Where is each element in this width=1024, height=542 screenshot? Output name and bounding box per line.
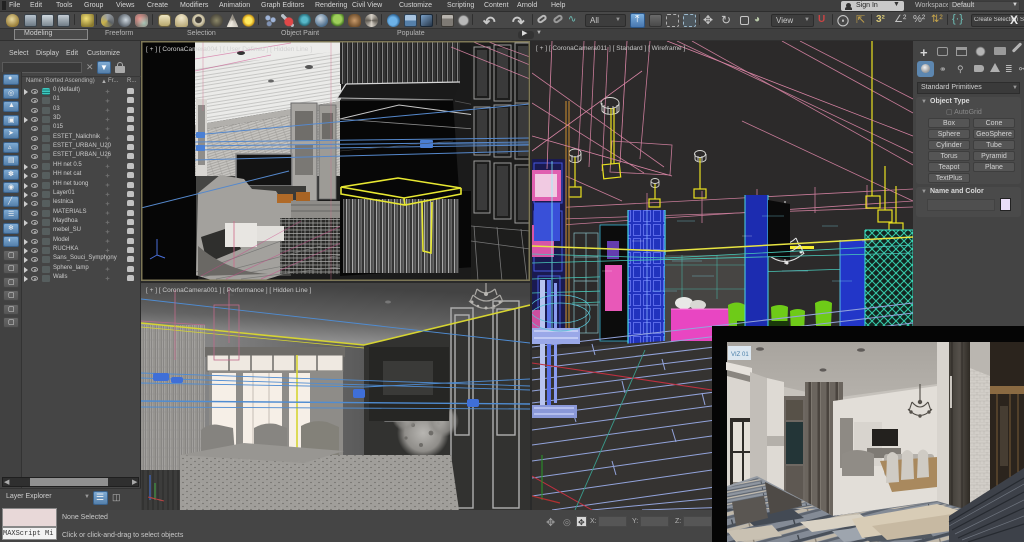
svg-text:VIZ 01: VIZ 01 — [731, 352, 749, 358]
svg-text:[ + ] [ CoronaCamera011 ] [ St: [ + ] [ CoronaCamera011 ] [ Standard ] [… — [536, 45, 685, 52]
svg-text:[ + ] [ CoronaCamera004 ] [ Us: [ + ] [ CoronaCamera004 ] [ User Defined… — [146, 46, 312, 53]
svg-text:[ + ] [ CoronaCamera001 ] [ Pe: [ + ] [ CoronaCamera001 ] [ Performance … — [146, 287, 311, 294]
